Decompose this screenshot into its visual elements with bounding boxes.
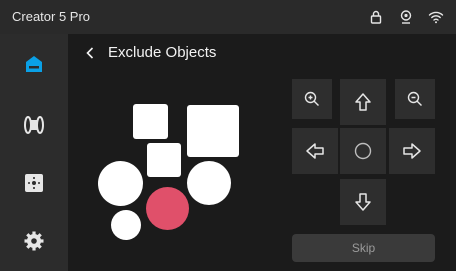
object-square-small-top[interactable] bbox=[133, 104, 168, 139]
object-square-large[interactable] bbox=[187, 105, 239, 157]
object-circle-left[interactable] bbox=[98, 161, 143, 206]
zoom-out-icon bbox=[407, 91, 422, 106]
app-title: Creator 5 Pro bbox=[12, 9, 91, 24]
skip-button[interactable]: Skip bbox=[292, 234, 435, 262]
lock-icon[interactable] bbox=[368, 9, 384, 25]
zoom-out-button[interactable] bbox=[395, 79, 435, 119]
zoom-in-icon bbox=[304, 91, 319, 106]
home-icon bbox=[26, 56, 42, 72]
sidebar-item-filament[interactable] bbox=[20, 111, 48, 139]
circle-center-icon bbox=[354, 142, 372, 160]
main-panel: Exclude Objects Skip bbox=[68, 34, 456, 271]
arrow-right-icon bbox=[403, 143, 421, 159]
settings-icon bbox=[24, 231, 44, 251]
back-button[interactable] bbox=[80, 42, 100, 64]
arrow-down-icon bbox=[355, 193, 371, 211]
sidebar-item-settings[interactable] bbox=[20, 227, 48, 255]
arrow-left-icon bbox=[306, 143, 324, 159]
wifi-icon[interactable] bbox=[428, 9, 444, 25]
zoom-in-button[interactable] bbox=[292, 79, 332, 119]
object-circle-right[interactable] bbox=[187, 161, 231, 205]
object-square-small-middle[interactable] bbox=[147, 143, 181, 177]
pan-down-button[interactable] bbox=[340, 179, 386, 225]
object-circle-selected[interactable] bbox=[146, 187, 189, 230]
sidebar bbox=[0, 34, 68, 271]
chevron-left-icon bbox=[86, 47, 94, 59]
pan-left-button[interactable] bbox=[292, 128, 338, 174]
page-title: Exclude Objects bbox=[108, 44, 217, 61]
arrow-up-icon bbox=[355, 93, 371, 111]
sidebar-item-calibration[interactable] bbox=[20, 169, 48, 197]
filament-icon bbox=[24, 116, 44, 134]
object-circle-small[interactable] bbox=[111, 210, 141, 240]
pan-right-button[interactable] bbox=[389, 128, 435, 174]
pan-up-button[interactable] bbox=[340, 79, 386, 125]
webcam-icon[interactable] bbox=[398, 9, 414, 25]
sidebar-item-home[interactable] bbox=[20, 50, 48, 78]
calibration-icon bbox=[25, 174, 43, 192]
status-bar: Creator 5 Pro bbox=[0, 0, 456, 34]
pan-center-button[interactable] bbox=[340, 128, 386, 174]
